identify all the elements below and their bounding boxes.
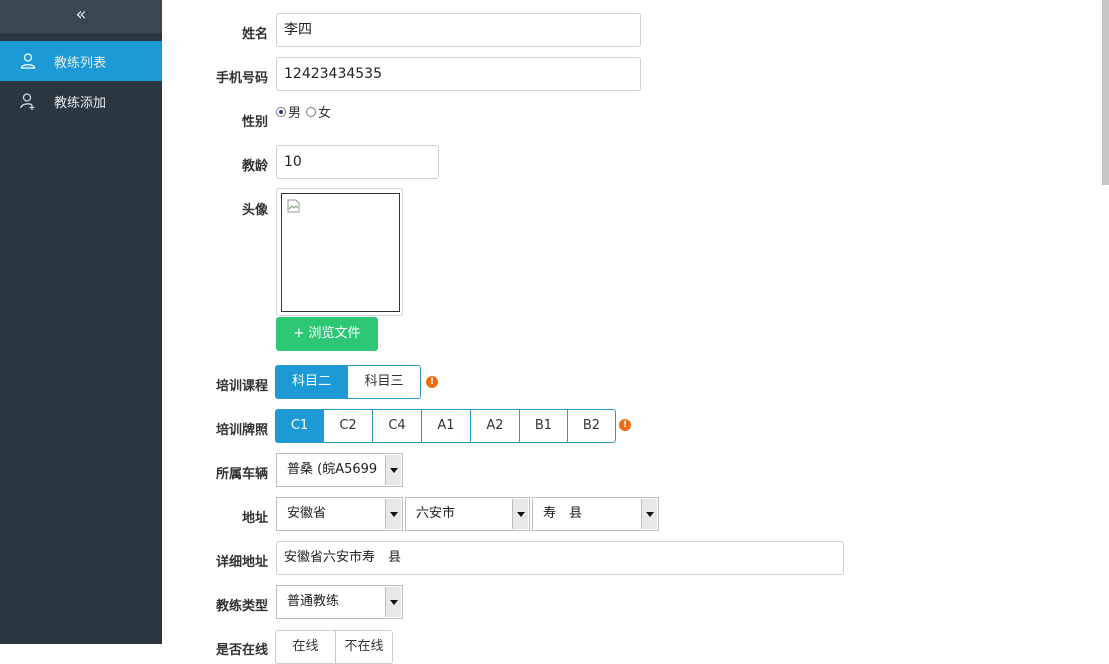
province-select[interactable]: 安徽省 — [276, 497, 403, 531]
license-option-a1[interactable]: A1 — [421, 409, 471, 443]
vehicle-label: 所属车辆 — [215, 467, 268, 482]
avatar-label: 头像 — [241, 203, 268, 218]
name-label: 姓名 — [241, 27, 268, 42]
coach-form: 姓名 李四 手机号码 12423434535 性别 男 女 教龄 10 头像 +… — [162, 0, 1109, 664]
province-select-value: 安徽省 — [287, 506, 327, 521]
chevron-down-icon — [385, 455, 401, 485]
license-option-c4[interactable]: C4 — [372, 409, 422, 443]
collapse-sidebar-button[interactable]: « — [0, 0, 162, 35]
phone-label: 手机号码 — [215, 71, 268, 86]
chevron-down-icon — [385, 499, 401, 529]
teaching-age-label: 教龄 — [241, 159, 268, 174]
sidebar: « 教练列表 教练添加 — [0, 0, 162, 644]
gender-female-label: 女 — [318, 106, 332, 121]
status-option-offline[interactable]: 不在线 — [335, 630, 393, 664]
sidebar-item-coach-list[interactable]: 教练列表 — [0, 41, 162, 81]
phone-input[interactable]: 12423434535 — [276, 57, 641, 91]
gender-male-radio[interactable] — [276, 106, 286, 117]
license-option-a2[interactable]: A2 — [470, 409, 520, 443]
vehicle-select[interactable]: 普桑 (皖A5699 — [276, 453, 403, 487]
city-select[interactable]: 六安市 — [405, 497, 530, 531]
vertical-scrollbar[interactable] — [1102, 0, 1109, 185]
course-segmented-control: 科目二 科目三 — [275, 365, 421, 399]
county-select-value: 寿 县 — [543, 506, 583, 521]
avatar-preview — [276, 188, 403, 316]
address-label: 地址 — [241, 511, 268, 526]
double-chevron-left-icon: « — [75, 4, 87, 25]
license-option-b2[interactable]: B2 — [567, 409, 616, 443]
user-add-icon — [18, 91, 38, 111]
license-segmented-control: C1 C2 C4 A1 A2 B1 B2 — [275, 409, 616, 443]
detail-address-label: 详细地址 — [215, 555, 268, 570]
gender-male-label: 男 — [288, 106, 302, 121]
course-label: 培训课程 — [215, 379, 268, 394]
detail-address-input[interactable]: 安徽省六安市寿 县 — [276, 541, 844, 575]
city-select-value: 六安市 — [416, 506, 456, 521]
broken-image-icon — [287, 199, 300, 217]
coach-type-select[interactable]: 普通教练 — [276, 585, 403, 619]
gender-female-radio[interactable] — [306, 106, 317, 117]
coach-type-label: 教练类型 — [215, 599, 268, 614]
course-option-subject-3[interactable]: 科目三 — [347, 365, 421, 399]
license-option-b1[interactable]: B1 — [519, 409, 568, 443]
status-segmented-control: 在线 不在线 — [275, 630, 393, 664]
chevron-down-icon — [512, 499, 528, 529]
course-warning-icon: ! — [426, 376, 438, 388]
sidebar-item-label: 教练添加 — [54, 95, 107, 111]
status-option-online[interactable]: 在线 — [275, 630, 336, 664]
chevron-down-icon — [641, 499, 657, 529]
teaching-age-input[interactable]: 10 — [276, 145, 439, 179]
sidebar-item-coach-add[interactable]: 教练添加 — [0, 81, 162, 121]
gender-radio-group: 男 女 — [276, 102, 331, 121]
name-input[interactable]: 李四 — [276, 13, 641, 47]
chevron-down-icon — [385, 587, 401, 617]
browse-file-button[interactable]: + 浏览文件 — [276, 317, 378, 351]
status-label: 是否在线 — [215, 643, 268, 658]
coach-type-select-value: 普通教练 — [287, 594, 340, 609]
avatar-image-frame — [281, 193, 400, 312]
license-option-c2[interactable]: C2 — [323, 409, 373, 443]
license-warning-icon: ! — [619, 419, 631, 431]
user-icon — [18, 51, 38, 71]
gender-label: 性别 — [241, 115, 268, 130]
course-option-subject-2[interactable]: 科目二 — [275, 365, 348, 399]
vehicle-select-value: 普桑 (皖A5699 — [287, 462, 378, 477]
county-select[interactable]: 寿 县 — [532, 497, 659, 531]
sidebar-item-label: 教练列表 — [54, 55, 107, 71]
license-label: 培训牌照 — [215, 423, 268, 438]
license-option-c1[interactable]: C1 — [275, 409, 324, 443]
